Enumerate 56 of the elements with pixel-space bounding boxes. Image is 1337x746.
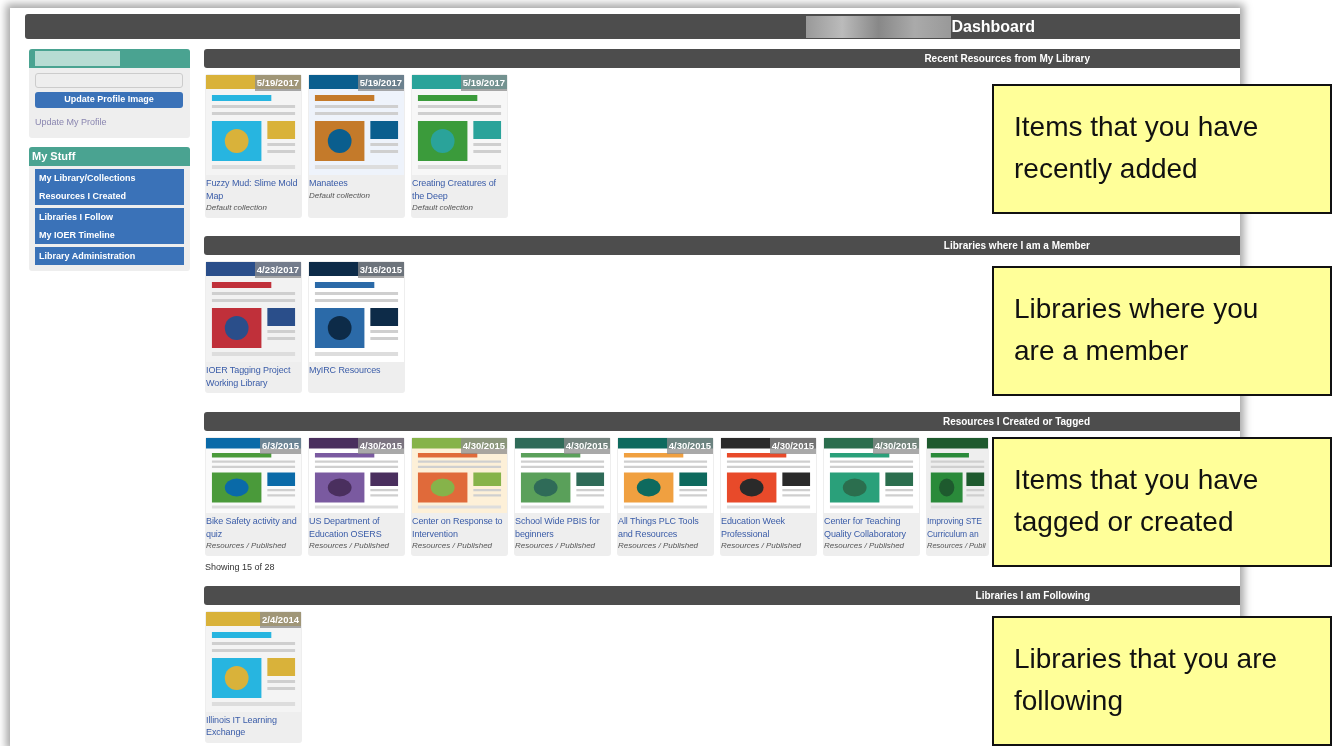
date-label: 3/16/2015 [357, 262, 404, 279]
resource-link[interactable]: Creating Creatures of the Deep [412, 177, 507, 202]
section-title: Recent Resources from My Library [924, 52, 1090, 66]
date-label: 4/30/2015 [872, 438, 919, 455]
resource-link[interactable]: MyIRC Resources [309, 364, 404, 377]
date-label: 4/30/2015 [563, 438, 610, 455]
page-title: Dashboard [951, 16, 1035, 37]
date-label: 4/30/2015 [460, 438, 507, 455]
date-label: 4/30/2015 [769, 438, 816, 455]
resource-link[interactable]: Center on Response to Intervention [412, 515, 507, 540]
callout-note: Items that you have tagged or created [992, 437, 1332, 567]
callout-note: Items that you have recently added [992, 84, 1332, 214]
callout-note: Libraries that you are following [992, 616, 1332, 746]
resource-location: Resources / Published [206, 540, 288, 552]
date-label: 4/30/2015 [357, 438, 404, 455]
resource-location: Default collection [412, 202, 474, 214]
resource-link[interactable]: Illinois IT Learning Exchange [206, 713, 301, 739]
resource-location: Resources / Published [309, 540, 391, 552]
menu-item[interactable]: My IOER Timeline [35, 225, 184, 244]
date-label: 5/19/2017 [357, 75, 404, 92]
resource-link[interactable]: Bike Safety activity and quiz [206, 515, 301, 540]
callout-note: Libraries where you are a member [992, 266, 1332, 396]
resource-link[interactable]: IOER Tagging Project Working Library [206, 364, 301, 389]
resource-location: Default collection [206, 202, 268, 214]
date-label: 4/23/2017 [254, 262, 301, 279]
resource-link[interactable]: School Wide PBIS for beginners [515, 515, 610, 540]
resource-location: Resources / Published [412, 540, 494, 552]
resource-location: Resources / Published [515, 540, 597, 552]
date-label: 2/4/2014 [260, 611, 301, 628]
resource-location: Resources / Published [721, 540, 803, 552]
resource-link[interactable]: All Things PLC Tools and Resources [618, 515, 713, 540]
result-count: Showing 15 of 28 [205, 561, 276, 574]
section-title: Resources I Created or Tagged [942, 415, 1090, 429]
section-title: Libraries I am Following [975, 588, 1090, 603]
update-profile-image-button[interactable]: Update Profile Image [35, 92, 183, 108]
update-profile-link[interactable]: Update My Profile [35, 116, 107, 130]
panel-header: My Stuff [29, 147, 190, 166]
resource-link[interactable]: Education Week Professional [721, 515, 816, 540]
resource-link[interactable]: Center for Teaching Quality Collaboratory [824, 515, 919, 540]
date-label: 5/19/2017 [254, 75, 301, 92]
resource-link[interactable]: US Department of Education OSERS [309, 515, 404, 540]
resource-link[interactable]: Fuzzy Mud: Slime Mold Map [206, 177, 301, 202]
menu-item[interactable]: Library Administration [35, 246, 184, 265]
section-title: Libraries where I am a Member [943, 239, 1090, 253]
image-field[interactable] [35, 72, 183, 88]
date-label: 4/30/2015 [666, 438, 713, 455]
menu-item[interactable]: Libraries I Follow [35, 207, 184, 226]
resource-link[interactable]: Manatees [309, 177, 404, 190]
resource-location: Resources / Published [618, 540, 700, 552]
menu-item[interactable]: Resources I Created [35, 186, 184, 205]
date-label: 5/19/2017 [460, 75, 507, 92]
menu-item[interactable]: My Library/Collections [35, 168, 184, 187]
resource-location: Default collection [309, 189, 371, 202]
resource-location: Resources / Published [824, 540, 906, 552]
resource-link[interactable]: Improving STE Curriculum an [927, 515, 988, 540]
date-label: 6/3/2015 [260, 438, 301, 455]
